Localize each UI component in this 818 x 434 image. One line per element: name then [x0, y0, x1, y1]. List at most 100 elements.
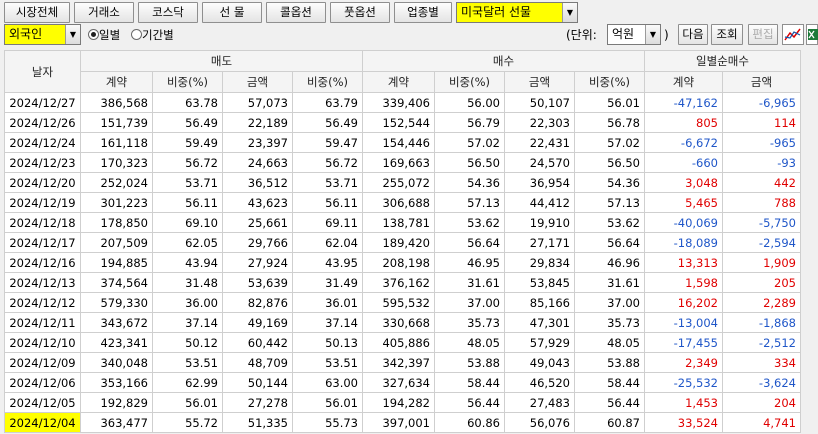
table-cell: 56,076 — [504, 412, 575, 433]
table-cell: 36,954 — [504, 172, 575, 193]
table-row[interactable]: 2024/12/13 374,564 31.48 53,639 31.49 376,162… — [4, 272, 801, 293]
exchange-button[interactable]: 거래소 — [74, 2, 134, 23]
table-cell: 22,189 — [222, 112, 293, 133]
table-cell: -1,868 — [722, 312, 801, 333]
table-cell: 36.00 — [152, 292, 223, 313]
table-cell: 82,876 — [222, 292, 293, 313]
table-cell: 56.49 — [152, 112, 223, 133]
table-row[interactable]: 2024/12/17 207,509 62.05 29,766 62.04 189,420… — [4, 232, 801, 253]
query-button[interactable]: 조회 — [711, 24, 743, 45]
table-cell: 69.10 — [152, 212, 223, 233]
table-body: 2024/12/27 386,568 63.78 57,073 63.79 339,406… — [4, 92, 801, 433]
table-cell: 204 — [722, 392, 801, 413]
table-row[interactable]: 2024/12/20 252,024 53.71 36,512 53.71 255,072… — [4, 172, 801, 193]
table-cell: 48.05 — [574, 332, 645, 353]
put-option-button[interactable]: 풋옵션 — [330, 2, 390, 23]
table-cell: 255,072 — [362, 172, 435, 193]
sector-button[interactable]: 업종별 — [394, 2, 452, 23]
table-cell: 53.51 — [152, 352, 223, 373]
col-header: 금액 — [222, 71, 293, 93]
chevron-down-icon[interactable]: ▼ — [562, 3, 577, 22]
table-row[interactable]: 2024/12/12 579,330 36.00 82,876 36.01 595,532… — [4, 292, 801, 313]
table-cell: 62.99 — [152, 372, 223, 393]
col-header: 계약 — [362, 71, 435, 93]
investor-trend-table: 날자 매도 매수 일별순매수 계약 비중(%) 금액 비중(%) 계약 비중(%… — [4, 50, 801, 433]
table-cell: 56.50 — [434, 152, 505, 173]
table-row[interactable]: 2024/12/04 363,477 55.72 51,335 55.73 397,001… — [4, 412, 801, 433]
table-cell: 27,924 — [222, 252, 293, 273]
table-cell: 49,043 — [504, 352, 575, 373]
table-cell: -3,624 — [722, 372, 801, 393]
table-row[interactable]: 2024/12/10 423,341 50.12 60,442 50.13 405,886… — [4, 332, 801, 353]
table-cell: 56.78 — [574, 112, 645, 133]
date-cell: 2024/12/23 — [4, 152, 81, 173]
date-cell: 2024/12/11 — [4, 312, 81, 333]
next-button[interactable]: 다음 — [678, 24, 708, 45]
table-row[interactable]: 2024/12/27 386,568 63.78 57,073 63.79 339,406… — [4, 92, 801, 113]
radio-unselected-icon[interactable] — [131, 29, 142, 40]
table-cell: 37.14 — [152, 312, 223, 333]
table-cell: 43.95 — [292, 252, 363, 273]
table-cell: 205 — [722, 272, 801, 293]
table-cell: -6,965 — [722, 92, 801, 113]
table-cell: 340,048 — [80, 352, 153, 373]
table-cell: 25,661 — [222, 212, 293, 233]
chevron-down-icon[interactable]: ▼ — [645, 25, 660, 44]
table-cell: 161,118 — [80, 132, 153, 153]
table-row[interactable]: 2024/12/06 353,166 62.99 50,144 63.00 327,634… — [4, 372, 801, 393]
table-cell: 56.49 — [292, 112, 363, 133]
table-cell: 53,639 — [222, 272, 293, 293]
table-cell: 330,668 — [362, 312, 435, 333]
table-cell: 138,781 — [362, 212, 435, 233]
table-cell: -6,672 — [644, 132, 723, 153]
radio-daily[interactable]: 일별 — [88, 28, 120, 42]
table-row[interactable]: 2024/12/09 340,048 53.51 48,709 53.51 342,397… — [4, 352, 801, 373]
table-cell: 5,465 — [644, 192, 723, 213]
radio-selected-icon[interactable] — [88, 29, 99, 40]
table-cell: 170,323 — [80, 152, 153, 173]
investor-select[interactable]: 외국인 ▼ — [4, 24, 81, 45]
table-row[interactable]: 2024/12/26 151,739 56.49 22,189 56.49 152,544… — [4, 112, 801, 133]
table-cell: 16,202 — [644, 292, 723, 313]
kosdaq-button[interactable]: 코스닥 — [138, 2, 198, 23]
date-cell: 2024/12/26 — [4, 112, 81, 133]
table-cell: 53.71 — [292, 172, 363, 193]
table-cell: 56.64 — [574, 232, 645, 253]
table-cell: 62.05 — [152, 232, 223, 253]
table-cell: 58.44 — [434, 372, 505, 393]
table-row[interactable]: 2024/12/11 343,672 37.14 49,169 37.14 330,668… — [4, 312, 801, 333]
radio-period[interactable]: 기간별 — [131, 28, 174, 42]
excel-icon[interactable] — [806, 24, 818, 45]
product-select[interactable]: 미국달러 선물 ▼ — [456, 2, 578, 23]
table-cell: -93 — [722, 152, 801, 173]
table-cell: 207,509 — [80, 232, 153, 253]
table-cell: 43,623 — [222, 192, 293, 213]
unit-close-label: ) — [664, 28, 669, 42]
table-cell: 3,048 — [644, 172, 723, 193]
unit-select[interactable]: 억원 ▼ — [607, 24, 661, 45]
table-cell: 31.61 — [574, 272, 645, 293]
table-cell: 57.13 — [434, 192, 505, 213]
date-cell: 2024/12/17 — [4, 232, 81, 253]
table-row[interactable]: 2024/12/05 192,829 56.01 27,278 56.01 194,282… — [4, 392, 801, 413]
col-header: 계약 — [644, 71, 723, 93]
edit-button[interactable]: 편집 — [748, 24, 778, 45]
date-cell: 2024/12/06 — [4, 372, 81, 393]
radio-period-label: 기간별 — [142, 28, 174, 42]
table-cell: 152,544 — [362, 112, 435, 133]
table-cell: 48.05 — [434, 332, 505, 353]
chevron-down-icon[interactable]: ▼ — [65, 25, 80, 44]
table-row[interactable]: 2024/12/16 194,885 43.94 27,924 43.95 208,198… — [4, 252, 801, 273]
line-chart-icon[interactable] — [782, 24, 804, 45]
market-all-button[interactable]: 시장전체 — [4, 2, 70, 23]
table-cell: -17,455 — [644, 332, 723, 353]
table-row[interactable]: 2024/12/24 161,118 59.49 23,397 59.47 154,446… — [4, 132, 801, 153]
table-cell: 50,144 — [222, 372, 293, 393]
table-row[interactable]: 2024/12/23 170,323 56.72 24,663 56.72 169,663… — [4, 152, 801, 173]
futures-button[interactable]: 선 물 — [202, 2, 262, 23]
table-row[interactable]: 2024/12/19 301,223 56.11 43,623 56.11 306,688… — [4, 192, 801, 213]
table-cell: 48,709 — [222, 352, 293, 373]
call-option-button[interactable]: 콜옵션 — [266, 2, 326, 23]
table-row[interactable]: 2024/12/18 178,850 69.10 25,661 69.11 138,781… — [4, 212, 801, 233]
date-cell: 2024/12/12 — [4, 292, 81, 313]
